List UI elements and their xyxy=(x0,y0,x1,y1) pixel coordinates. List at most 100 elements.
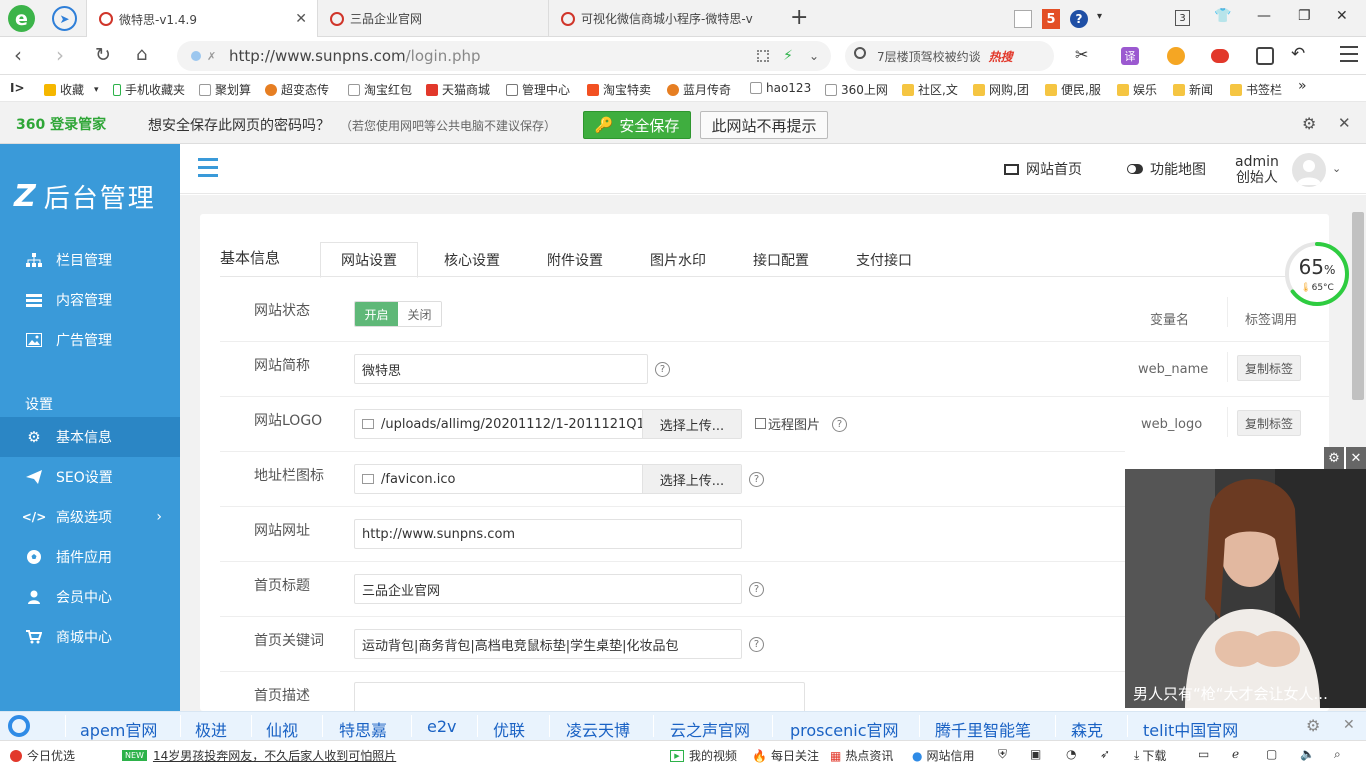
never-remind-button[interactable]: 此网站不再提示 xyxy=(700,111,828,139)
help-icon[interactable]: ? xyxy=(749,582,764,597)
tab-sanpin[interactable]: 三品企业官网 xyxy=(318,0,548,37)
help-icon[interactable]: ? xyxy=(655,362,670,377)
coin-icon[interactable] xyxy=(1167,47,1185,65)
quick-link[interactable]: 森克 xyxy=(1071,717,1103,741)
volume-icon[interactable]: 🔈 xyxy=(1300,747,1315,761)
bookmarks-toggle-icon[interactable]: I> xyxy=(10,81,25,95)
settings-gear-icon[interactable]: ⚙ xyxy=(1302,114,1316,133)
reload-icon[interactable]: ↻ xyxy=(95,45,111,65)
tab-api-config[interactable]: 接口配置 xyxy=(733,242,829,277)
status-toggle[interactable]: 开启 关闭 xyxy=(354,301,442,327)
minimize-icon[interactable]: — xyxy=(1257,8,1271,24)
window-icon[interactable]: ▢ xyxy=(1266,747,1277,761)
tab-website-settings[interactable]: 网站设置 xyxy=(320,242,418,278)
tab-miniprogram[interactable]: 可视化微信商城小程序-微特思-v xyxy=(548,0,780,37)
quick-link[interactable]: 优联 xyxy=(493,717,525,741)
bookmark-folder[interactable]: 新闻 xyxy=(1173,81,1213,98)
speed-icon[interactable]: ◔ xyxy=(1066,747,1076,761)
ad-settings-icon[interactable]: ⚙ xyxy=(1324,447,1344,469)
tab-weitesi[interactable]: 微特思-v1.4.9 ✕ xyxy=(86,0,318,38)
translate-icon[interactable]: 译 xyxy=(1121,47,1139,65)
sidebar-item-ads[interactable]: 广告管理 xyxy=(0,320,180,360)
window-close-icon[interactable]: ✕ xyxy=(1336,8,1348,24)
feature-map-link[interactable]: 功能地图 xyxy=(1127,159,1206,179)
news-ticker[interactable]: NEW 14岁男孩投奔网友，不久后家人收到可怕照片 xyxy=(122,747,396,764)
lightning-icon[interactable]: ⚡ xyxy=(783,48,793,64)
sidebar-item-content[interactable]: 内容管理 xyxy=(0,280,180,320)
hot-search-badge[interactable]: 热搜 xyxy=(989,48,1013,65)
bookmark-item[interactable]: 管理中心 xyxy=(506,81,570,98)
daily-focus[interactable]: 🔥 每日关注 xyxy=(752,747,819,764)
sidebar-item-plugins[interactable]: 插件应用 xyxy=(0,537,180,577)
password-bar-close-icon[interactable]: ✕ xyxy=(1338,114,1351,132)
site-credit[interactable]: ● 网站信用 xyxy=(912,747,975,764)
tab-attachment-settings[interactable]: 附件设置 xyxy=(527,242,623,277)
forward-icon[interactable]: › xyxy=(56,45,64,65)
quick-link[interactable]: 仙视 xyxy=(266,717,298,741)
help-icon[interactable]: ? xyxy=(1070,10,1088,28)
favicon-path-input[interactable]: /favicon.ico 选择上传... xyxy=(354,464,742,494)
address-dropdown-icon[interactable]: ⌄ xyxy=(809,49,819,63)
restore-icon[interactable]: ❐ xyxy=(1298,8,1311,24)
upload-logo-button[interactable]: 选择上传... xyxy=(642,410,741,438)
site-url-input[interactable]: http://www.sunpns.com xyxy=(354,519,742,549)
skin-icon[interactable]: 👕 xyxy=(1214,8,1231,24)
bookmark-item[interactable]: 聚划算 xyxy=(199,81,251,98)
bookmark-item[interactable]: 淘宝红包 xyxy=(348,81,412,98)
sidebar-item-advanced[interactable]: </> 高级选项 › xyxy=(0,497,180,537)
quick-link[interactable]: 特思嘉 xyxy=(339,717,387,741)
quick-link[interactable]: 极进 xyxy=(195,717,227,741)
qr-icon[interactable] xyxy=(757,50,769,62)
scrollbar-thumb[interactable] xyxy=(1352,212,1364,400)
link-bar-settings-icon[interactable]: ⚙ xyxy=(1306,716,1320,735)
checkbox-icon[interactable] xyxy=(755,418,766,429)
user-dropdown-icon[interactable]: ⌄ xyxy=(1332,162,1341,175)
browser-nav-icon[interactable]: ➤ xyxy=(52,6,77,31)
bookmark-folder[interactable]: 书签栏 xyxy=(1230,81,1282,98)
tab-close-icon[interactable]: ✕ xyxy=(295,11,307,27)
user-info[interactable]: admin 创始人 xyxy=(1235,154,1279,186)
avatar[interactable] xyxy=(1292,153,1326,187)
sidebar-item-seo[interactable]: SEO设置 xyxy=(0,457,180,497)
today-pick[interactable]: 今日优选 xyxy=(10,747,75,764)
back-icon[interactable]: ‹ xyxy=(14,45,22,65)
bookmark-item[interactable]: 360上网 xyxy=(825,81,888,98)
360-search-icon[interactable] xyxy=(8,715,30,737)
bookmark-favorites[interactable]: 收藏 ▾ xyxy=(44,81,99,98)
browser-logo-icon[interactable]: e xyxy=(8,5,35,32)
save-password-button[interactable]: 🔑 安全保存 xyxy=(583,111,691,139)
screenshot-icon[interactable]: ▣ xyxy=(1030,747,1041,761)
sidebar-item-shop[interactable]: 商城中心 xyxy=(0,617,180,657)
tab-payment-api[interactable]: 支付接口 xyxy=(836,242,932,277)
site-name-input[interactable]: 微特思 xyxy=(354,354,648,384)
hamburger-menu-icon[interactable] xyxy=(198,158,218,182)
search-field[interactable]: 7层楼顶驾校被约谈 热搜 xyxy=(845,41,1054,71)
note-icon[interactable] xyxy=(1014,10,1032,28)
ad-popup[interactable]: ⚙ ✕ 男人只有“枪“大才会让女人... xyxy=(1125,447,1366,708)
link-bar-close-icon[interactable]: ✕ xyxy=(1343,717,1355,733)
new-tab-button[interactable]: + xyxy=(790,5,808,30)
home-title-input[interactable]: 三品企业官网 xyxy=(354,574,742,604)
browser-e-icon[interactable]: ℯ xyxy=(1232,747,1239,761)
quick-link[interactable]: telit中国官网 xyxy=(1143,717,1238,741)
apps-grid-icon[interactable] xyxy=(1256,47,1274,65)
keywords-input[interactable]: 运动背包|商务背包|高档电竞鼠标垫|学生桌垫|化妆品包 xyxy=(354,629,742,659)
bookmark-folder[interactable]: 便民,服 xyxy=(1045,81,1101,98)
tab-core-settings[interactable]: 核心设置 xyxy=(424,242,520,277)
scissors-icon[interactable]: ✂ xyxy=(1075,45,1093,64)
bookmarks-more[interactable]: » xyxy=(1298,78,1307,94)
address-field[interactable]: ✗ http://www.sunpns.com/login.php ⚡ ⌄ xyxy=(177,41,831,71)
status-off-option[interactable]: 关闭 xyxy=(398,302,441,326)
my-videos[interactable]: ▶ 我的视频 xyxy=(670,747,737,764)
bookmark-item[interactable]: 手机收藏夹 xyxy=(113,81,185,98)
tab-image-watermark[interactable]: 图片水印 xyxy=(630,242,726,277)
menu-icon[interactable] xyxy=(1340,46,1358,64)
no-cookie-icon[interactable]: ✗ xyxy=(207,50,216,63)
ad-close-icon[interactable]: ✕ xyxy=(1346,447,1366,469)
undo-icon[interactable]: ↶ xyxy=(1291,44,1309,64)
menu-down-icon[interactable]: ▾ xyxy=(1097,11,1102,22)
shield-icon[interactable]: ⛨ xyxy=(998,747,1007,762)
hot-news[interactable]: ▦ 热点资讯 xyxy=(830,747,893,764)
quick-link[interactable]: 云之声官网 xyxy=(670,717,750,741)
help-icon[interactable]: ? xyxy=(749,472,764,487)
